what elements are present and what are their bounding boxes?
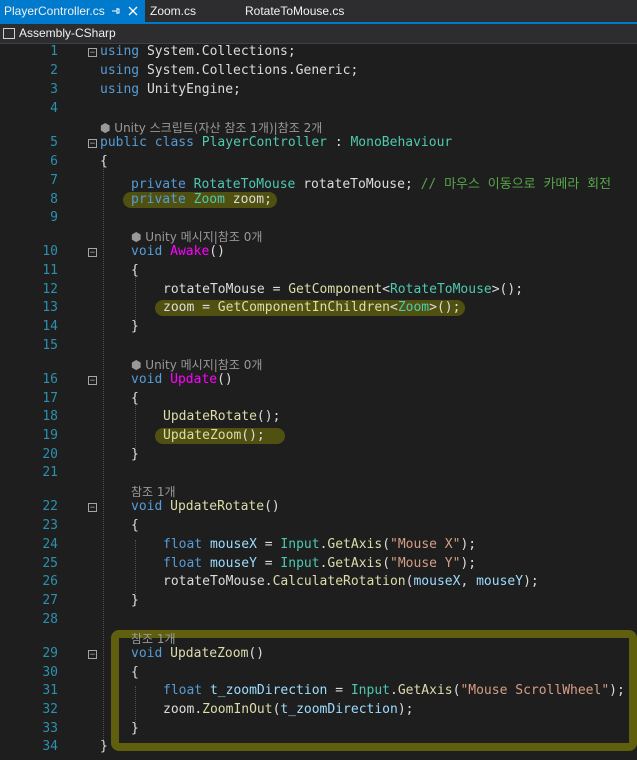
code-editor[interactable]: 1 2 3 4 5 6 7 8 9 10 11 12 13 14 15 16 1… (0, 44, 637, 760)
unity-icon: ⬢ (100, 121, 115, 135)
codelens-updatezoom[interactable]: 참조 1개 (131, 630, 176, 647)
line-number: 33 (42, 721, 58, 736)
line-number: 13 (42, 300, 58, 315)
project-dropdown[interactable]: Assembly-CSharp (0, 24, 637, 44)
line-number: 25 (42, 556, 58, 571)
collapse-icon[interactable]: − (88, 650, 97, 660)
code-line-20: } (131, 447, 139, 462)
collapse-icon[interactable]: − (88, 503, 97, 513)
line-number: 8 (50, 192, 58, 207)
close-icon[interactable] (128, 0, 138, 24)
csharp-project-icon (3, 28, 15, 39)
code-line-5: public class PlayerController : MonoBeha… (100, 135, 453, 150)
tab-label: RotateToMouse.cs (245, 4, 345, 18)
line-number: 7 (50, 173, 58, 188)
code-line-12: rotateToMouse = GetComponent<RotateToMou… (163, 282, 524, 297)
line-number: 23 (42, 518, 58, 533)
code-line-11: { (131, 263, 139, 278)
code-line-8: private Zoom zoom; (131, 192, 272, 207)
code-line-32: zoom.ZoomInOut(t_zoomDirection); (163, 702, 414, 717)
pin-icon[interactable] (111, 0, 121, 24)
code-line-23: { (131, 518, 139, 533)
line-number: 20 (42, 447, 58, 462)
code-line-31: float t_zoomDirection = Input.GetAxis("M… (163, 683, 625, 698)
line-number: 2 (50, 63, 58, 78)
tab-label: Zoom.cs (150, 4, 197, 18)
code-line-29: void UpdateZoom() (131, 646, 265, 661)
collapse-icon[interactable]: − (88, 376, 97, 386)
code-line-27: } (131, 593, 139, 608)
line-number: 19 (42, 428, 58, 443)
line-number: 18 (42, 409, 58, 424)
line-number: 5 (50, 135, 58, 150)
code-line-16: void Update() (131, 372, 233, 387)
line-number: 31 (42, 683, 58, 698)
line-number: 15 (42, 338, 58, 353)
codelens-updaterotate[interactable]: 참조 1개 (131, 483, 176, 500)
code-line-19: UpdateZoom(); (163, 428, 265, 443)
tab-label: PlayerController.cs (4, 4, 105, 18)
code-line-25: float mouseY = Input.GetAxis("Mouse Y"); (163, 556, 477, 571)
line-number: 14 (42, 319, 58, 334)
code-line-3: using UnityEngine; (100, 82, 241, 97)
code-line-22: void UpdateRotate() (131, 499, 280, 514)
line-number: 1 (50, 44, 58, 59)
line-number: 3 (50, 82, 58, 97)
codelens-class[interactable]: ⬢ Unity 스크립트(자산 참조 1개)|참조 2개 (100, 119, 322, 136)
indent-guide (103, 156, 104, 742)
code-line-30: { (131, 665, 139, 680)
line-number: 29 (42, 646, 58, 661)
code-line-1: using System.Collections; (100, 44, 296, 59)
code-line-10: void Awake() (131, 244, 225, 259)
code-line-34: } (100, 739, 108, 754)
collapse-icon[interactable]: − (88, 139, 97, 149)
line-number: 4 (50, 101, 58, 116)
tab-bar: PlayerController.cs Zoom.cs RotateToMous… (0, 0, 637, 22)
line-number: 30 (42, 665, 58, 680)
unity-icon: ⬢ (131, 358, 146, 372)
tab-rotatetomouse[interactable]: RotateToMouse.cs (245, 0, 344, 22)
code-line-33: } (131, 721, 139, 736)
line-number: 28 (42, 612, 58, 627)
tab-zoom[interactable]: Zoom.cs (150, 0, 196, 22)
line-number: 11 (42, 263, 58, 278)
line-number: 24 (42, 537, 58, 552)
line-number: 12 (42, 282, 58, 297)
line-number: 26 (42, 574, 58, 589)
collapse-icon[interactable]: − (88, 248, 97, 258)
line-number: 9 (50, 210, 58, 225)
line-number: 6 (50, 154, 58, 169)
line-number: 10 (42, 244, 58, 259)
unity-icon: ⬢ (131, 230, 146, 244)
collapse-icon[interactable]: − (88, 48, 97, 58)
code-line-7: private RotateToMouse rotateToMouse; // … (131, 177, 612, 192)
code-line-18: UpdateRotate(); (163, 409, 281, 424)
line-number: 32 (42, 702, 58, 717)
line-number: 16 (42, 372, 58, 387)
code-line-13: zoom = GetComponentInChildren<Zoom>(); (163, 300, 461, 315)
code-line-24: float mouseX = Input.GetAxis("Mouse X"); (163, 537, 477, 552)
code-line-26: rotateToMouse.CalculateRotation(mouseX, … (163, 574, 539, 589)
line-number: 17 (42, 391, 58, 406)
code-line-6: { (100, 154, 108, 169)
line-number: 27 (42, 593, 58, 608)
line-number: 21 (42, 465, 58, 480)
tab-playercontroller[interactable]: PlayerController.cs (0, 0, 145, 22)
line-number: 34 (42, 739, 58, 754)
code-line-17: { (131, 391, 139, 406)
codelens-update[interactable]: ⬢ Unity 메시지|참조 0개 (131, 356, 262, 373)
line-number: 22 (42, 499, 58, 514)
project-label: Assembly-CSharp (19, 26, 116, 40)
code-line-2: using System.Collections.Generic; (100, 63, 359, 78)
codelens-awake[interactable]: ⬢ Unity 메시지|참조 0개 (131, 228, 262, 245)
code-line-14: } (131, 319, 139, 334)
